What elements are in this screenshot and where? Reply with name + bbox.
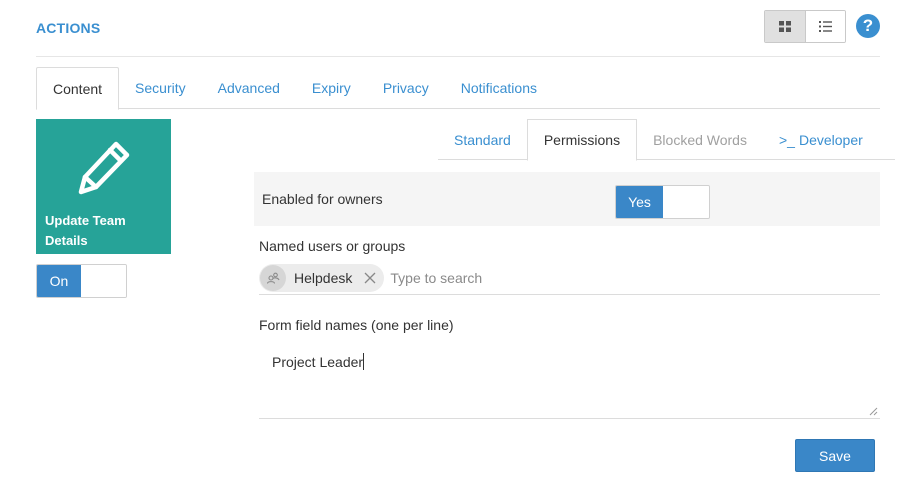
enabled-for-owners-label: Enabled for owners (262, 191, 383, 207)
form-field-names-label: Form field names (one per line) (259, 317, 454, 333)
form-field-names-textarea[interactable]: Project Leader (259, 342, 880, 419)
subtab-developer-label: Developer (798, 131, 863, 148)
action-tile-update-team-details[interactable]: Update Team Details (36, 119, 171, 254)
view-toggle (764, 10, 846, 43)
main-tabs: Content Security Advanced Expiry Privacy… (36, 67, 880, 110)
pencil-icon (78, 141, 130, 195)
remove-chip-icon[interactable] (362, 270, 378, 286)
action-enabled-toggle[interactable]: On (36, 264, 127, 298)
toggle-yes-label: Yes (616, 186, 663, 218)
subtab-standard[interactable]: Standard (438, 119, 527, 160)
search-input[interactable] (390, 270, 691, 286)
tab-advanced[interactable]: Advanced (202, 67, 296, 109)
toggle-off-area (81, 265, 126, 297)
tab-security[interactable]: Security (119, 67, 202, 109)
action-tile-label: Update Team Details (45, 213, 126, 248)
tab-content[interactable]: Content (36, 67, 120, 110)
save-button[interactable]: Save (795, 439, 875, 472)
terminal-icon: >_ (778, 131, 795, 148)
grid-view-button[interactable] (765, 11, 806, 42)
tab-privacy[interactable]: Privacy (367, 67, 445, 109)
enabled-for-owners-row: Enabled for owners (254, 172, 880, 226)
selected-group-label: Helpdesk (294, 270, 353, 286)
group-icon (260, 265, 286, 291)
tab-expiry[interactable]: Expiry (296, 67, 367, 109)
subtab-permissions[interactable]: Permissions (526, 119, 638, 161)
header-divider (36, 56, 880, 57)
page-title: ACTIONS (36, 20, 101, 36)
form-field-names-value: Project Leader (272, 353, 365, 370)
grid-icon (778, 21, 791, 32)
sub-tabs: Standard Permissions Blocked Words >_ De… (438, 119, 895, 161)
named-users-picker[interactable]: Helpdesk (259, 262, 880, 295)
named-users-label: Named users or groups (259, 238, 406, 254)
selected-group-chip: Helpdesk (259, 264, 385, 292)
toggle-off-area (663, 186, 709, 218)
enabled-for-owners-toggle[interactable]: Yes (615, 185, 710, 219)
list-view-button[interactable] (805, 11, 845, 42)
subtab-blocked-words: Blocked Words (653, 131, 747, 148)
help-icon[interactable]: ? (856, 14, 880, 38)
tab-notifications[interactable]: Notifications (445, 67, 553, 109)
toggle-on-label: On (37, 265, 81, 297)
list-icon (818, 21, 832, 32)
resize-handle-icon[interactable] (868, 406, 878, 416)
subtab-developer[interactable]: >_ Developer (763, 119, 879, 160)
